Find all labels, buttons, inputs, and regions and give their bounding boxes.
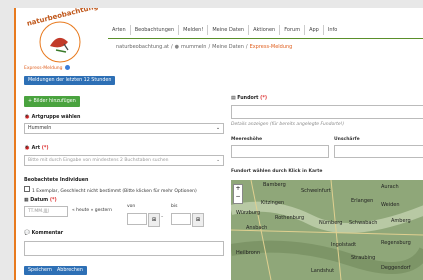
map-place: Amberg [391,218,411,224]
nav-beobachtungen[interactable]: Beobachtungen [131,25,180,35]
last-reports-button[interactable]: Meldungen der letzten 12 Stunden [24,76,116,85]
height-label: Meereshöhe [231,137,263,142]
crumb-sep: / [245,44,248,50]
nav-app[interactable]: App [305,25,324,35]
individuals-label: Beobachtete Individuen [24,178,89,183]
map-place: Straubing [351,255,376,261]
comment-textarea[interactable] [24,241,224,256]
nav-melden[interactable]: Melden! [179,25,209,35]
date-today-link[interactable]: « heute » gestern [72,208,112,213]
from-label: von [127,204,136,209]
breadcrumb: naturbeobachtung.at / ● mummeln / Meine … [116,44,292,50]
accuracy-input[interactable] [334,145,423,158]
comment-icon: 💬 [24,231,30,236]
zoom-control[interactable]: + − [233,184,243,204]
map-place: Bamberg [263,182,286,188]
crumb-sep: / [170,44,173,50]
nav-arten[interactable]: Arten [108,25,131,35]
date-input[interactable]: TT.MM.JJJJ [24,206,68,217]
art-search-input[interactable]: Bitte mit durch Eingabe von mindestens 2… [24,155,224,166]
group-select[interactable]: Hummeln ⌄ [24,123,224,134]
location-map[interactable]: + − Bamberg Aurach Schweinfurt Kitzingen … [231,180,423,280]
map-place: Heilbronn [236,250,261,256]
to-time-button[interactable]: ⊞ [192,213,204,227]
location-label: ▤ Fundort (*) [231,96,268,101]
map-place: Schwabach [349,220,378,226]
nav-meine-daten[interactable]: Meine Daten [208,25,250,35]
chevron-down-icon: ⌄ [216,158,220,163]
to-label: bis [171,204,178,209]
crumb-current: Express-Meldung [249,44,293,50]
to-time-input[interactable] [171,213,191,225]
group-label: 🐞 Artgruppe wählen [24,115,81,120]
map-place: Erlangen [351,198,374,204]
nav-forum[interactable]: Forum [280,25,306,35]
main-nav: Arten Beobachtungen Melden! Meine Daten … [108,25,341,35]
chevron-down-icon: ⌄ [215,126,220,131]
map-place: Schweinfurt [301,188,331,194]
comment-label: 💬 Kommentar [24,231,64,236]
calendar-icon: ▦ [24,198,29,203]
location-icon: ▤ [231,96,236,101]
accuracy-label: Unschärfe [334,137,360,142]
map-place: Ingolstadt [331,242,357,248]
crumb-user[interactable]: mummeln [181,44,206,50]
date-label: ▦ Datum (*) [24,198,57,203]
map-place: Aurach [381,184,399,190]
save-button[interactable]: Speichern [24,266,56,275]
zoom-out-icon: − [235,193,241,200]
checkbox[interactable] [24,186,30,192]
nav-info[interactable]: Info [324,25,341,35]
bug-icon: 🐞 [24,115,30,120]
section-title: Express-Meldung [24,65,70,71]
crumb-mydata[interactable]: Meine Daten [212,44,244,50]
crumb-sep: / [208,44,211,50]
add-images-button[interactable]: + Bilder hinzufügen [24,96,80,107]
user-icon: ● [174,44,180,50]
map-place: Würzburg [236,210,261,216]
map-place: Landshut [311,268,335,274]
art-label: 🐞 Art (*) [24,146,49,151]
location-details-link[interactable]: Details anzeigen (für bereits angelegte … [231,122,344,127]
map-place: Nürnberg [319,220,343,226]
map-place: Kitzingen [261,200,285,206]
dash: – [161,215,164,220]
info-icon[interactable] [64,65,70,70]
nav-aktionen[interactable]: Aktionen [249,25,281,35]
map-place: Ansbach [246,225,268,231]
map-place: Regensburg [381,240,411,246]
zoom-in-icon: + [235,185,241,192]
map-place: Weiden [381,202,400,208]
cancel-button[interactable]: Abbrechen [53,266,87,275]
from-time-button[interactable]: ⊞ [148,213,160,227]
map-place: Deggendorf [381,265,411,271]
nav-divider [108,38,423,39]
individuals-option[interactable]: 1 Exemplar, Geschlecht nicht bestimmt (B… [24,186,197,194]
map-label: Fundort wählen durch Klick in Karte [231,169,323,174]
crumb-home[interactable]: naturbeobachtung.at [116,44,169,50]
height-input[interactable] [231,145,329,158]
bug-icon: 🐞 [24,146,30,151]
map-place: Rothenburg [275,215,305,221]
main-page: naturbeobachtung.at Arten Beobachtungen … [14,8,423,280]
location-input[interactable] [231,105,423,119]
from-time-input[interactable] [127,213,147,225]
